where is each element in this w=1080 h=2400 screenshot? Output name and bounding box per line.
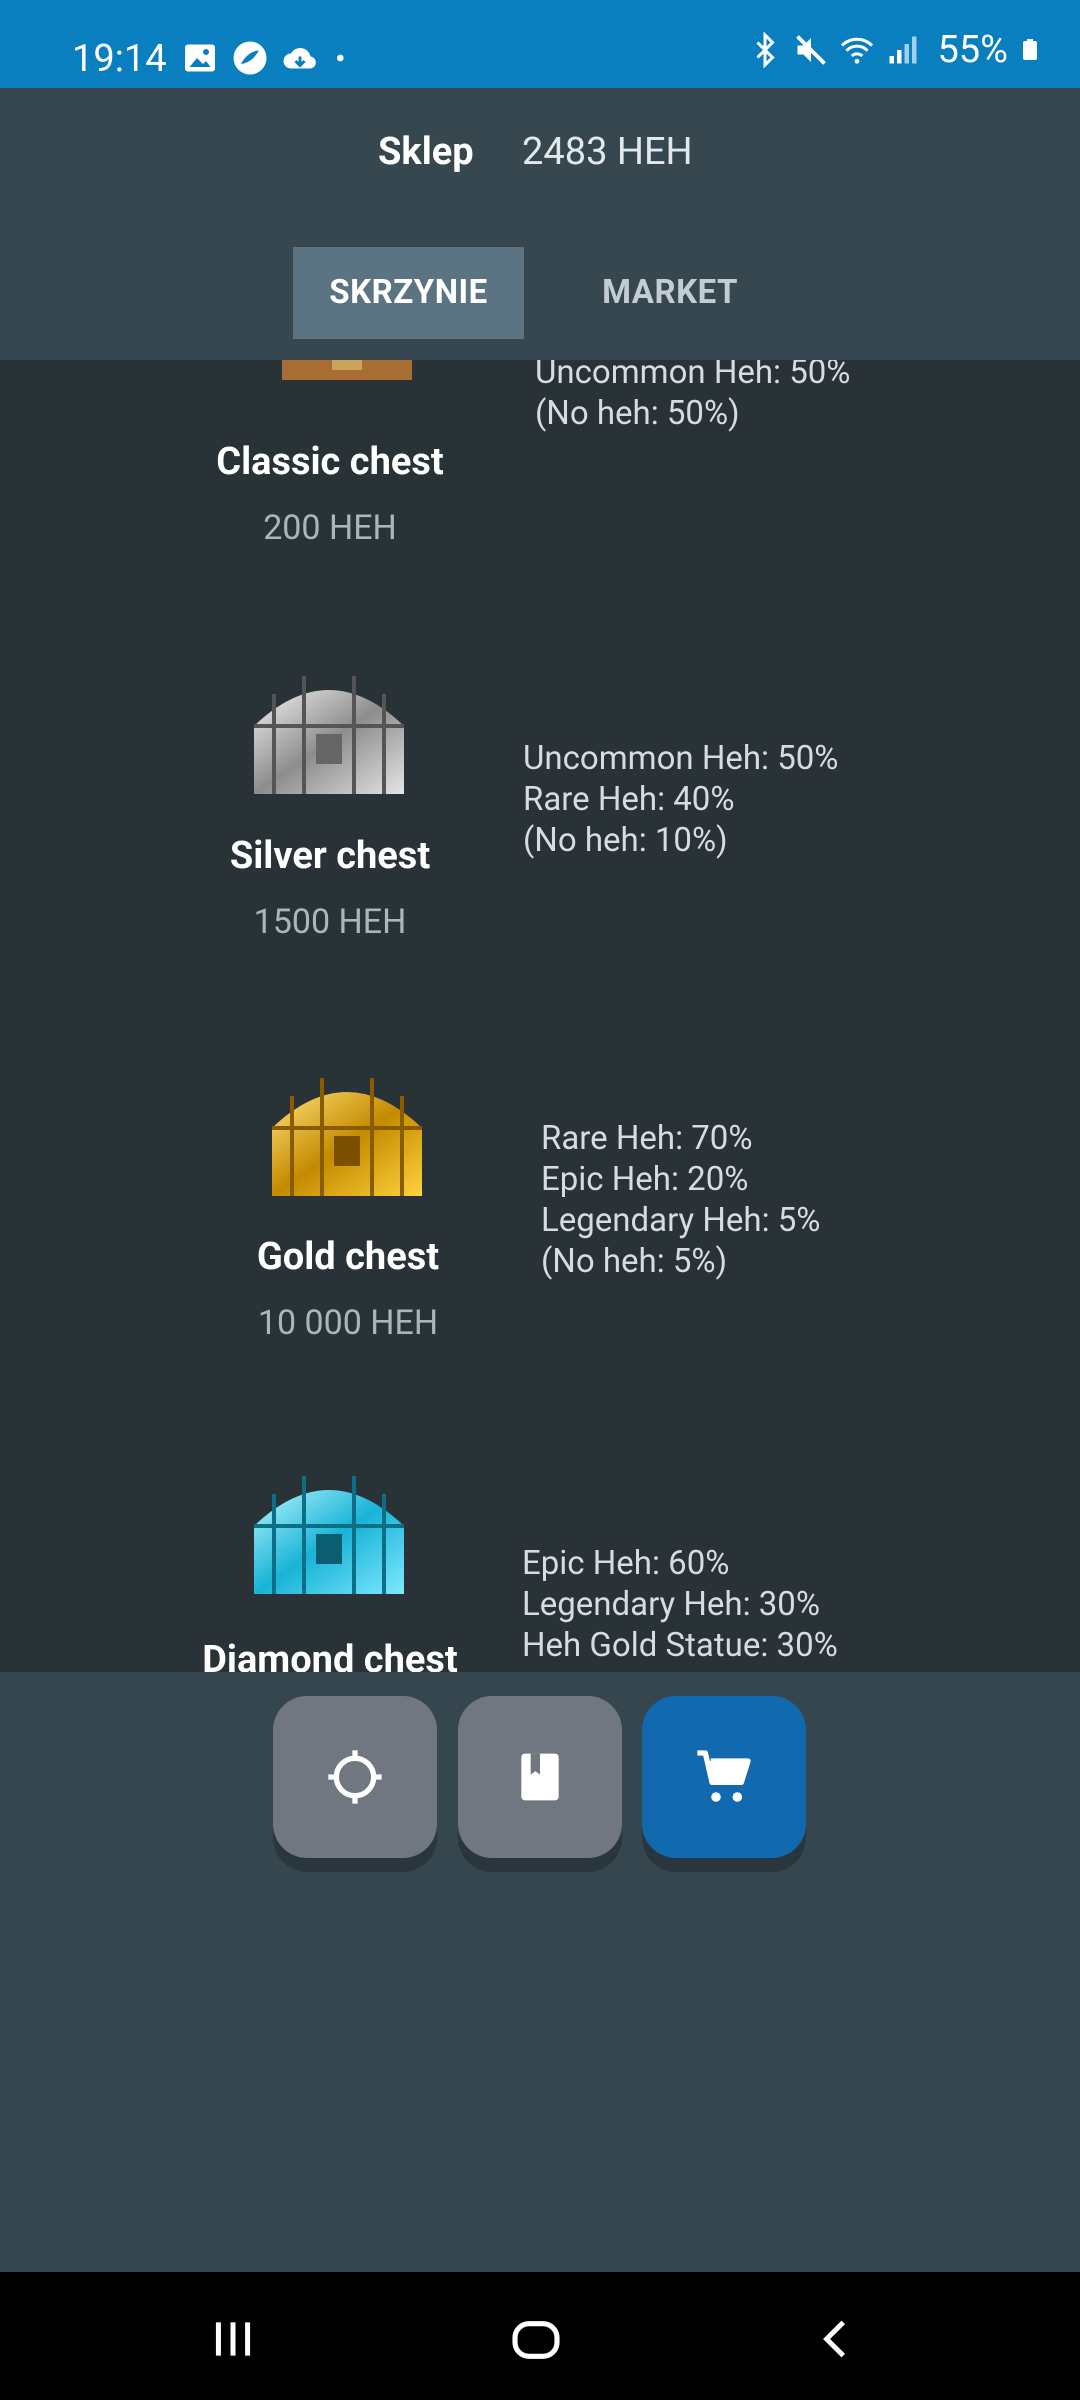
shop-header: Sklep 2483 HEH SKRZYNIE MARKET <box>0 88 1080 360</box>
cloud-icon <box>283 48 316 69</box>
odds-line: (No heh: 50%) <box>535 394 740 433</box>
nav-button-target[interactable] <box>273 1696 437 1858</box>
system-nav-bar <box>0 2272 1080 2400</box>
tab-market[interactable]: MARKET <box>570 247 770 339</box>
crosshair-icon <box>328 1750 382 1804</box>
chest-name: Classic chest <box>216 440 444 484</box>
odds-line: Epic Heh: 20% <box>541 1160 749 1199</box>
recents-icon[interactable] <box>208 2314 258 2364</box>
battery-percent: 55% <box>937 28 1008 72</box>
chest-price: 200 HEH <box>263 508 397 548</box>
odds-line: Rare Heh: 40% <box>523 780 735 819</box>
wifi-icon <box>841 37 874 64</box>
gallery-icon <box>185 44 215 72</box>
status-icons-right: 55% <box>747 30 1042 70</box>
chest-price: 10 000 HEH <box>257 1303 439 1343</box>
chest-odds: Rare Heh: 70% Epic Heh: 20% Legendary He… <box>541 1118 820 1282</box>
chest-name: Diamond chest <box>202 1638 458 1672</box>
battery-icon <box>1023 39 1037 60</box>
chest-name: Gold chest <box>256 1235 440 1279</box>
odds-line: Rare Heh: 70% <box>541 1119 753 1158</box>
chest-odds: Epic Heh: 60% Legendary Heh: 30% Heh Gol… <box>522 1543 838 1666</box>
odds-line: (No heh: 5%) <box>541 1242 728 1281</box>
app-icon <box>233 41 267 75</box>
odds-line: Uncommon Heh: 50% <box>523 739 839 778</box>
odds-line: (No heh: 10%) <box>523 821 728 860</box>
signal-icon <box>889 36 917 64</box>
odds-line: Epic Heh: 60% <box>522 1544 730 1583</box>
chest-name: Silver chest <box>229 834 431 878</box>
cart-icon <box>697 1750 751 1802</box>
silver-chest-icon <box>254 676 404 794</box>
book-icon <box>521 1753 559 1801</box>
odds-line: Legendary Heh: 30% <box>522 1585 821 1624</box>
bottom-nav <box>0 1672 1080 2272</box>
nav-button-shop[interactable] <box>642 1696 806 1858</box>
tab-skrzynie[interactable]: SKRZYNIE <box>293 247 524 339</box>
classic-chest-icon <box>282 360 412 380</box>
page-title: Sklep <box>378 130 474 174</box>
back-icon[interactable] <box>812 2314 862 2364</box>
bluetooth-icon <box>756 32 776 68</box>
status-bar: 19:14 55% <box>0 0 1080 88</box>
status-icons-left <box>182 40 352 76</box>
dot-icon <box>337 54 344 62</box>
gold-chest-icon <box>272 1078 422 1196</box>
odds-line: Uncommon Heh: 50% <box>535 360 851 392</box>
chest-odds: Uncommon Heh: 50% Rare Heh: 40% (No heh:… <box>523 738 838 861</box>
odds-line: Heh Gold Statue: 30% <box>522 1626 838 1665</box>
mute-icon <box>796 35 827 65</box>
home-icon[interactable] <box>508 2312 564 2368</box>
diamond-chest-icon <box>254 1476 404 1594</box>
status-time: 19:14 <box>72 37 167 81</box>
chest-odds: Uncommon Heh: 50% (No heh: 50%) <box>535 360 850 434</box>
chest-list[interactable]: Classic chest 200 HEH Uncommon Heh: 50% … <box>0 360 1080 1672</box>
odds-line: Legendary Heh: 5% <box>541 1201 821 1240</box>
chest-price: 1500 HEH <box>253 902 407 942</box>
balance-display: 2483 HEH <box>522 130 693 174</box>
nav-button-book[interactable] <box>458 1696 622 1858</box>
